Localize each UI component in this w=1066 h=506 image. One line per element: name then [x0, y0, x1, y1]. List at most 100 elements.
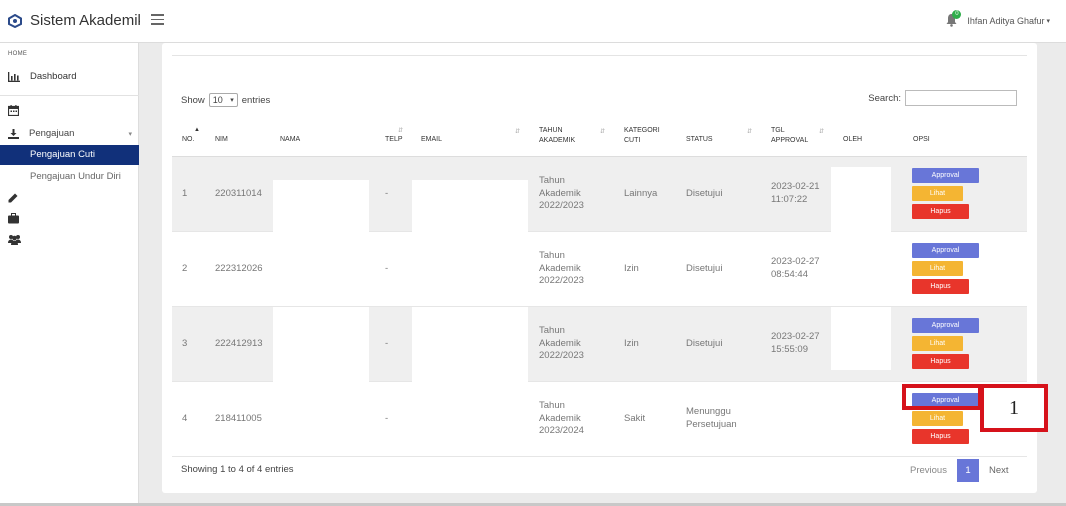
cell-no: 3 — [182, 338, 188, 349]
page-number-button[interactable]: 1 — [956, 459, 979, 482]
cell-tahun-akademik: Tahun Akademik 2022/2023 — [539, 175, 584, 213]
cell-status: Disetujui — [686, 188, 722, 201]
column-header-kategori-cuti[interactable]: KATEGORI CUTI — [624, 126, 660, 146]
sidebar-item-pengajuan-cuti[interactable]: Pengajuan Cuti — [0, 145, 139, 165]
column-header-status[interactable]: STATUS — [686, 135, 713, 145]
column-header-line: TGL — [771, 127, 785, 134]
cell-nim: 222412913 — [215, 338, 263, 349]
card-divider — [172, 55, 1027, 56]
sidebar: HOME Dashboard Pengajuan ▾ Pengajuan Cut… — [0, 43, 139, 506]
table-search: Search: — [868, 90, 1017, 106]
bar-chart-icon — [8, 71, 20, 82]
search-input[interactable] — [905, 90, 1017, 106]
users-icon[interactable] — [8, 234, 21, 245]
column-header-tahun-akademik[interactable]: TAHUN AKADEMIK — [539, 126, 575, 146]
cell-kategori: Izin — [624, 338, 639, 349]
cell-tahun-akademik: Tahun Akademik 2022/2023 — [539, 325, 584, 363]
lihat-button[interactable]: Lihat — [912, 336, 963, 351]
column-header-email[interactable]: EMAIL — [421, 135, 442, 145]
lihat-button[interactable]: Lihat — [912, 261, 963, 276]
column-header-tgl-approval[interactable]: TGL APPROVAL — [771, 126, 808, 146]
cell-line: Tahun — [539, 250, 565, 261]
cell-telp: - — [385, 263, 389, 274]
column-header-oleh[interactable]: OLEH — [843, 135, 862, 145]
briefcase-icon[interactable] — [8, 213, 19, 224]
menu-toggle-button[interactable] — [151, 14, 164, 26]
next-page-button[interactable]: Next — [989, 465, 1009, 476]
cell-status: Menunggu Persetujuan — [686, 406, 737, 431]
redacted-email — [412, 180, 528, 232]
cell-line: Persetujuan — [686, 418, 737, 430]
sort-asc-icon: ▲ — [194, 127, 200, 133]
search-label: Search: — [868, 92, 901, 104]
entries-per-page-select[interactable]: 10 ▾ — [208, 93, 238, 107]
notification-button[interactable]: 0 — [945, 10, 962, 29]
column-header-line: CUTI — [624, 137, 641, 144]
brand[interactable]: Sistem Akademik — [8, 12, 140, 29]
sidebar-item-label: Dashboard — [30, 71, 77, 82]
column-header-line: APPROVAL — [771, 137, 809, 144]
lihat-button[interactable]: Lihat — [912, 186, 963, 201]
show-entries-control: Show 10 ▾ entries — [181, 93, 270, 107]
hapus-button[interactable]: Hapus — [912, 204, 969, 219]
sidebar-item-dashboard[interactable]: Dashboard — [8, 71, 76, 82]
cell-line: 2022/2023 — [539, 275, 584, 286]
redacted-email — [412, 307, 528, 382]
cell-line: 2022/2023 — [539, 200, 584, 211]
redacted-nama — [273, 180, 369, 232]
cell-line: Tahun — [539, 175, 565, 186]
pencil-icon[interactable] — [8, 193, 18, 203]
cell-line: 15:55:09 — [771, 343, 808, 355]
sidebar-heading: HOME — [8, 51, 28, 57]
column-header-nim[interactable]: NIM — [215, 135, 228, 145]
cell-line: 2023-02-21 — [771, 181, 820, 192]
cell-line: Disetujui — [686, 338, 723, 349]
cell-line: 2022/2023 — [539, 350, 584, 361]
hapus-button[interactable]: Hapus — [912, 279, 969, 294]
cell-nim: 220311014 — [215, 188, 262, 199]
cell-line: 2023-02-27 — [771, 331, 820, 342]
cell-line: Disetujui — [686, 188, 723, 199]
column-header-line: AKADEMIK — [539, 137, 576, 144]
app-title: Sistem Akademik — [30, 12, 140, 29]
hapus-button[interactable]: Hapus — [912, 354, 969, 369]
notification-badge: 0 — [952, 10, 962, 19]
cell-no: 1 — [182, 188, 188, 199]
sort-icon: ⇵ — [398, 128, 404, 134]
cell-line: 2023/2024 — [539, 425, 584, 436]
table-row: 1 220311014 - Tahun Akademik 2022/2023 L… — [172, 157, 1027, 232]
approval-button[interactable]: Approval — [912, 168, 979, 183]
hapus-button[interactable]: Hapus — [912, 429, 969, 444]
column-header-opsi: OPSI — [913, 136, 930, 143]
redacted-oleh — [831, 167, 891, 232]
column-header-telp[interactable]: TELP — [385, 135, 403, 145]
redacted-oleh — [831, 307, 891, 370]
sort-icon: ⇵ — [600, 129, 606, 135]
approval-button[interactable]: Approval — [912, 243, 979, 258]
column-header-no[interactable]: NO. — [182, 135, 194, 145]
lihat-button[interactable]: Lihat — [912, 411, 963, 426]
approval-button[interactable]: Approval — [912, 318, 979, 333]
cell-no: 4 — [182, 413, 188, 424]
column-header-nama[interactable]: NAMA — [280, 135, 300, 145]
cell-telp: - — [385, 338, 389, 349]
sidebar-item-label: Pengajuan — [29, 128, 75, 139]
previous-page-button[interactable]: Previous — [910, 465, 947, 476]
download-icon — [8, 128, 19, 139]
sort-icon: ⇵ — [819, 129, 825, 135]
cell-line: Akademik — [539, 337, 581, 349]
cell-status: Disetujui — [686, 338, 722, 351]
pagination: Previous 1 Next — [910, 459, 1009, 482]
cell-no: 2 — [182, 263, 188, 274]
cell-tgl-approval: 2023-02-21 11:07:22 — [771, 181, 820, 206]
data-table-card: Show 10 ▾ entries Search: NO. ▲ NIM NAMA… — [162, 43, 1037, 493]
cell-line: Akademik — [539, 262, 581, 274]
cell-nim: 218411005 — [215, 413, 262, 424]
user-menu[interactable]: 0 Ihfan Aditya Ghafur ▾ — [945, 10, 1050, 29]
cell-line: Tahun — [539, 400, 565, 411]
sidebar-item-pengajuan-undur-diri[interactable]: Pengajuan Undur Diri — [30, 171, 121, 182]
sidebar-item-pengajuan[interactable]: Pengajuan ▾ — [8, 128, 132, 139]
calendar-icon[interactable] — [8, 105, 19, 116]
annotation-label: 1 — [980, 384, 1048, 432]
cell-line: 08:54:44 — [771, 268, 808, 280]
